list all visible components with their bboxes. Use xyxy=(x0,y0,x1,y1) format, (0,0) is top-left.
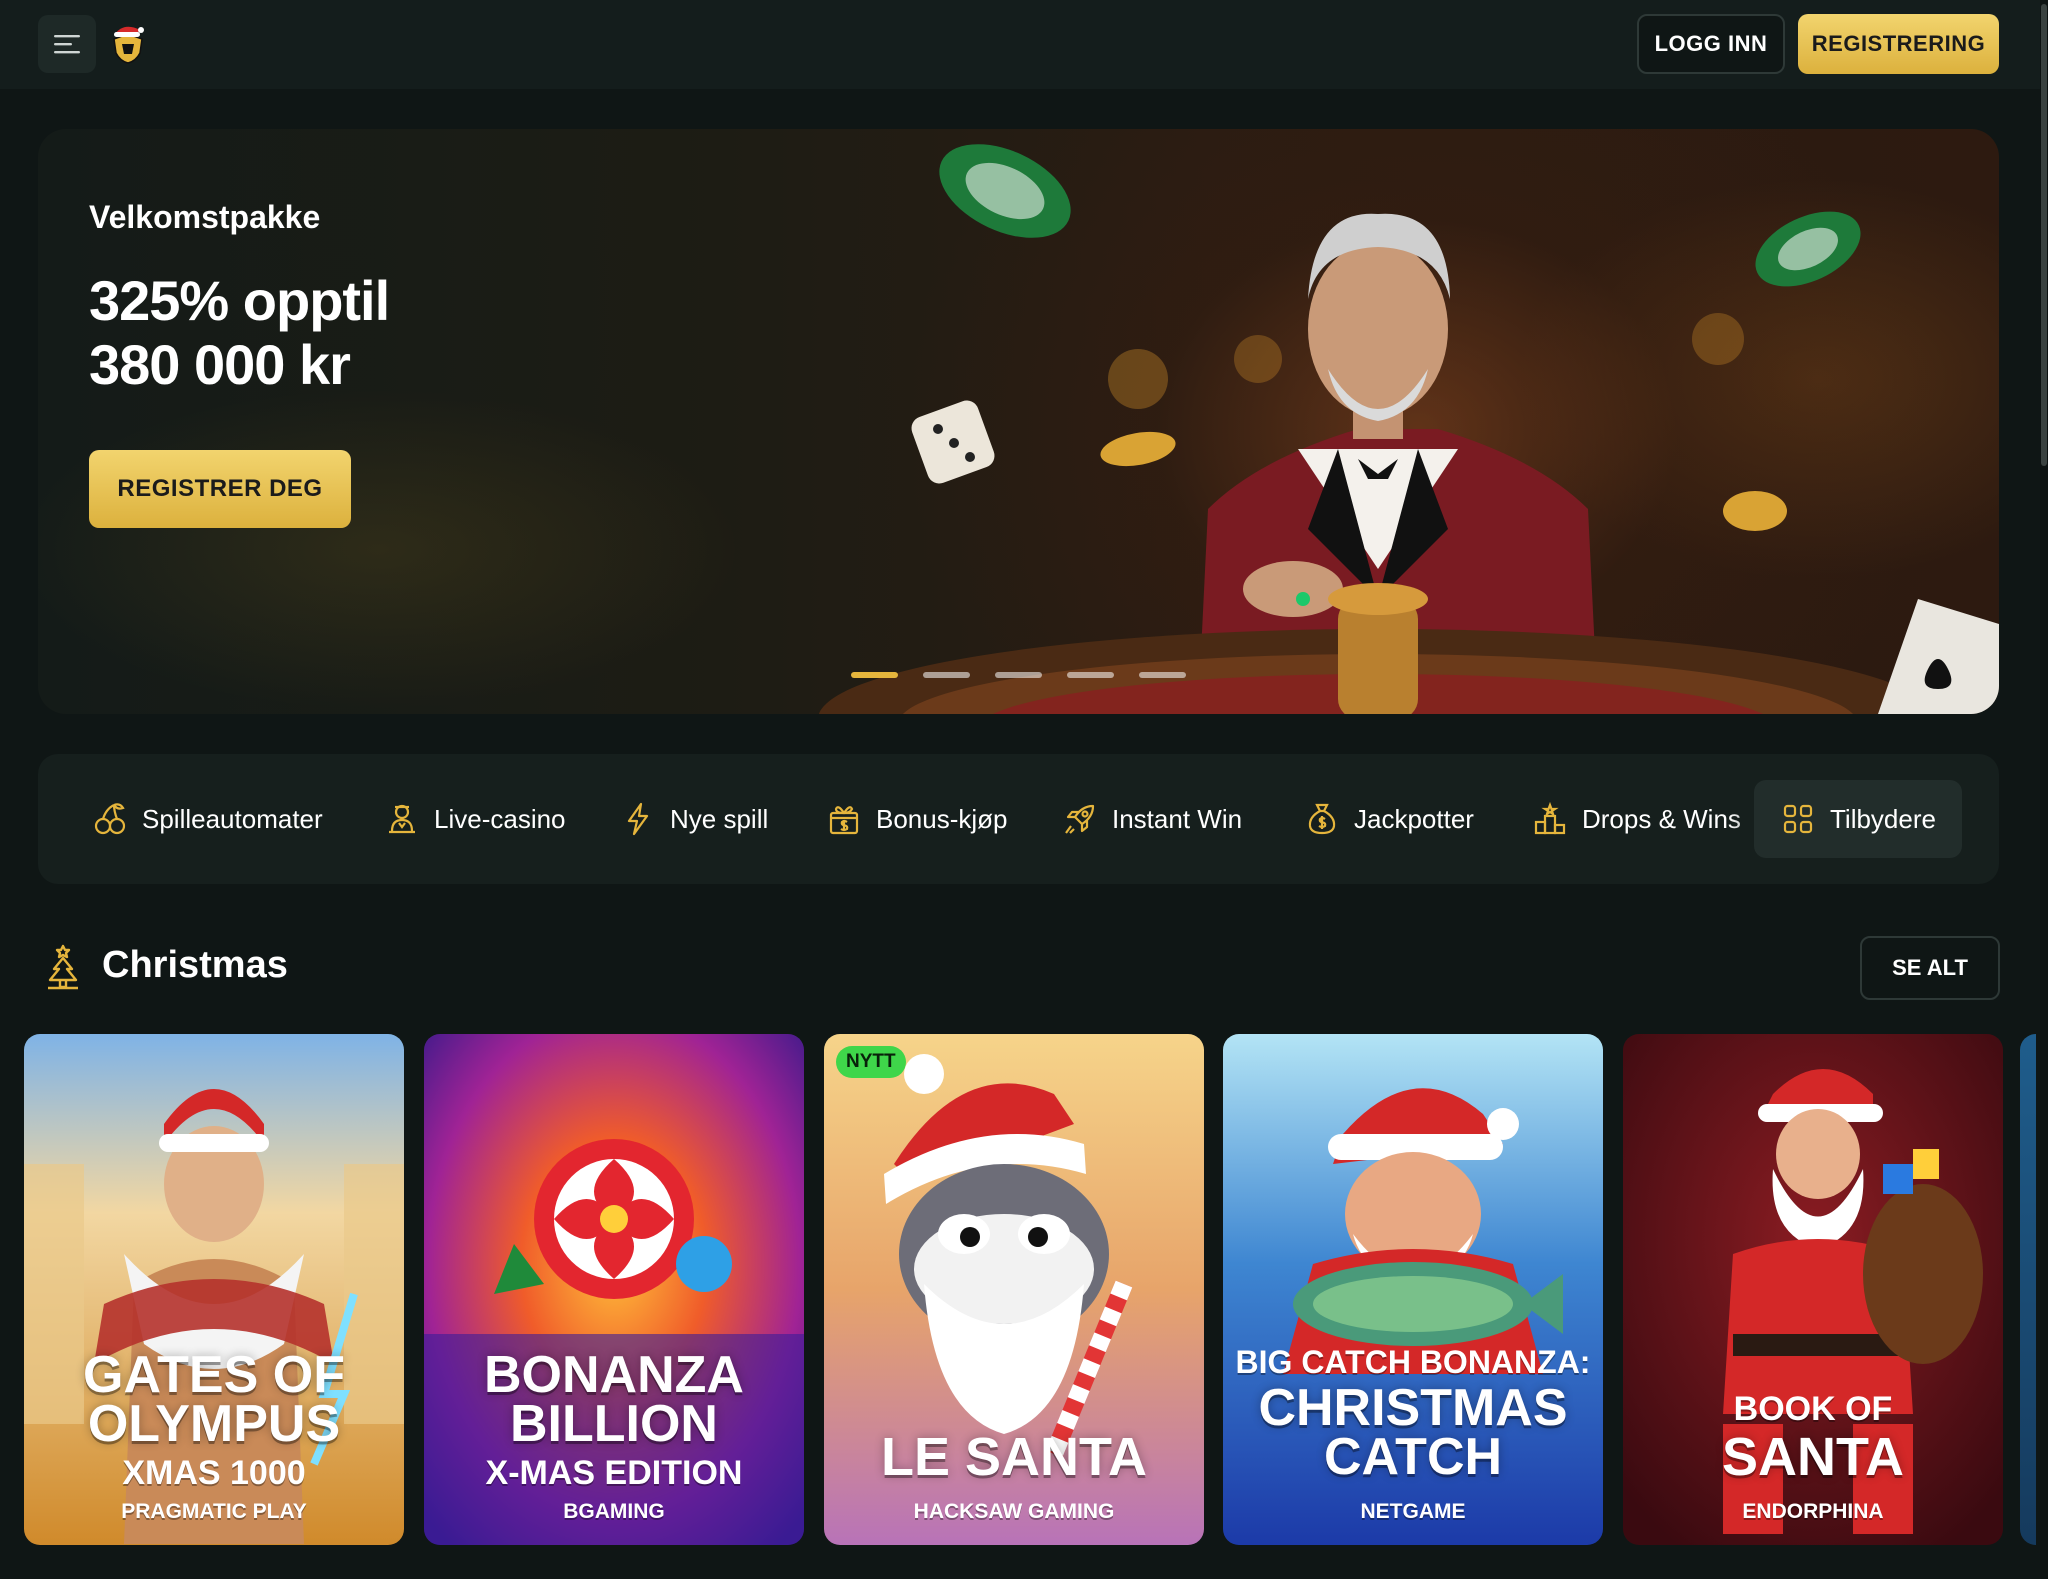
page-scrollbar[interactable] xyxy=(2040,0,2048,1579)
slider-dot[interactable] xyxy=(923,672,970,678)
slider-dot[interactable] xyxy=(1067,672,1114,678)
shield-santa-logo[interactable] xyxy=(110,22,146,64)
money-bag-icon xyxy=(1308,803,1336,835)
category-nav: Spilleautomater Live-casino Nye spill Bo… xyxy=(38,754,1999,884)
dealer-icon xyxy=(389,804,415,834)
section-title: Christmas xyxy=(102,944,288,986)
category-label: Nye spill xyxy=(670,803,769,834)
top-header: LOGG INN REGISTRERING xyxy=(0,0,2040,89)
register-now-button[interactable]: REGISTRER DEG xyxy=(89,450,351,528)
category-label: Drops & Wins xyxy=(1582,803,1741,834)
hero-title: Velkomstpakke xyxy=(89,199,321,235)
game-title-line1: BONANZA xyxy=(484,1346,744,1404)
hero-offer-line1: 325% opptil xyxy=(89,269,390,332)
category-live-casino[interactable]: Live-casino xyxy=(384,780,566,858)
game-provider: HACKSAW GAMING xyxy=(913,1500,1115,1523)
login-button[interactable]: LOGG INN xyxy=(1637,14,1785,74)
rocket-icon xyxy=(1065,804,1095,834)
menu-icon xyxy=(54,35,80,54)
category-jackpots[interactable]: Jackpotter xyxy=(1304,780,1474,858)
game-card-bonanza-billion[interactable]: BONANZA BILLION X-MAS EDITION BGAMING xyxy=(424,1034,804,1545)
category-label: Spilleautomater xyxy=(142,803,323,834)
game-card-next-peek[interactable] xyxy=(2020,1034,2036,1545)
see-all-button[interactable]: SE ALT xyxy=(1860,936,2000,1000)
game-card-le-santa[interactable]: NYTT LE SANTA HACKSAW GAMING xyxy=(824,1034,1204,1545)
game-title-line1: BIG CATCH BONANZA: xyxy=(1235,1344,1591,1380)
lightning-icon xyxy=(627,802,649,836)
category-label: Live-casino xyxy=(434,803,566,834)
game-provider: PRAGMATIC PLAY xyxy=(121,1500,307,1523)
new-badge: NYTT xyxy=(836,1046,906,1078)
game-subtitle: X-MAS EDITION xyxy=(485,1454,743,1492)
category-slots[interactable]: Spilleautomater xyxy=(92,780,323,858)
category-providers[interactable]: Tilbydere xyxy=(1754,780,1962,858)
game-title-line1: GATES OF xyxy=(83,1346,345,1404)
hero-croupier-illustration xyxy=(819,144,1999,714)
category-bonus-buy[interactable]: Bonus-kjøp xyxy=(826,780,1008,858)
game-title-line2: CHRISTMAS xyxy=(1258,1379,1568,1437)
grid-icon xyxy=(1783,804,1813,834)
podium-icon xyxy=(1534,801,1566,835)
game-title-line1: BOOK OF xyxy=(1733,1390,1893,1428)
category-drops-wins[interactable]: Drops & Wins xyxy=(1532,780,1741,858)
category-new-games[interactable]: Nye spill xyxy=(620,780,768,858)
game-title-line1: LE SANTA xyxy=(881,1427,1147,1487)
category-label: Instant Win xyxy=(1112,803,1243,834)
hero-offer-line2: 380 000 kr xyxy=(89,333,351,396)
slider-dot[interactable] xyxy=(1139,672,1186,678)
christmas-tree-icon xyxy=(48,944,78,990)
register-button[interactable]: REGISTRERING xyxy=(1798,14,1999,74)
game-subtitle: XMAS 1000 xyxy=(122,1454,306,1492)
game-provider: NETGAME xyxy=(1360,1500,1466,1523)
category-label: Jackpotter xyxy=(1354,803,1474,834)
game-provider: BGAMING xyxy=(563,1500,665,1523)
game-title-line2: OLYMPUS xyxy=(87,1395,341,1453)
game-card-gates-of-olympus[interactable]: GATES OF OLYMPUS XMAS 1000 PRAGMATIC PLA… xyxy=(24,1034,404,1545)
cherries-icon xyxy=(94,803,126,835)
scrollbar-thumb[interactable] xyxy=(2041,4,2047,466)
category-label: Bonus-kjøp xyxy=(876,803,1008,834)
menu-button[interactable] xyxy=(38,15,96,73)
category-instant-win[interactable]: Instant Win xyxy=(1062,780,1242,858)
game-title-line2: BILLION xyxy=(510,1395,718,1453)
slider-dots xyxy=(851,672,1186,678)
hero-offer: 325% opptil 380 000 kr xyxy=(89,269,509,397)
game-subtitle: CATCH xyxy=(1323,1428,1503,1486)
gift-dollar-icon xyxy=(829,806,859,835)
category-label: Tilbydere xyxy=(1830,803,1936,834)
hero-banner[interactable]: Velkomstpakke 325% opptil 380 000 kr REG… xyxy=(38,129,1999,714)
game-title-line2: SANTA xyxy=(1722,1427,1904,1487)
slider-dot[interactable] xyxy=(995,672,1042,678)
game-provider: ENDORPHINA xyxy=(1742,1500,1884,1523)
slider-dot-active[interactable] xyxy=(851,672,898,678)
game-card-big-catch-bonanza[interactable]: BIG CATCH BONANZA: CHRISTMAS CATCH NETGA… xyxy=(1223,1034,1603,1545)
game-card-book-of-santa[interactable]: BOOK OF SANTA ENDORPHINA xyxy=(1623,1034,2003,1545)
